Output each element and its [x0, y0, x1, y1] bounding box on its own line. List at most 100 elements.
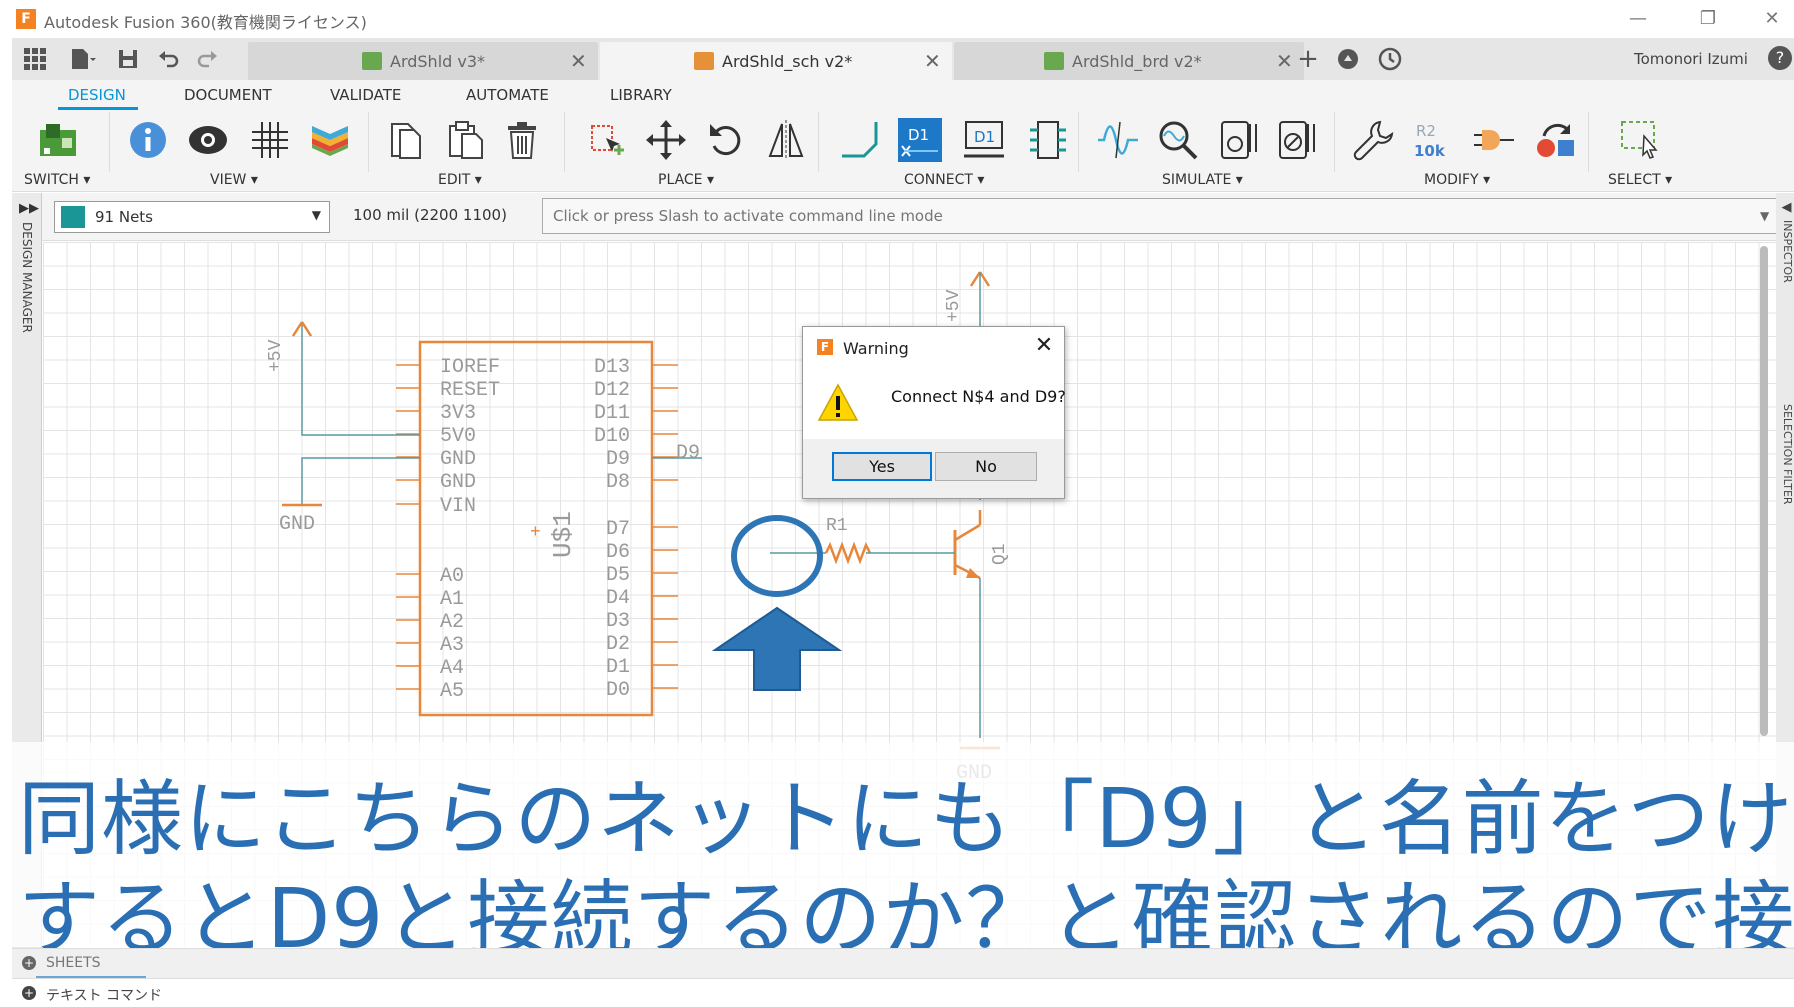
schematic-file-icon [694, 52, 714, 70]
group-label-modify[interactable]: MODIFY ▾ [1424, 172, 1490, 188]
copy-icon[interactable] [384, 118, 428, 162]
expand-panel-icon[interactable]: ▶▶ [19, 201, 39, 216]
inspector-label[interactable]: INSPECTOR [1780, 220, 1794, 283]
show-hide-icon[interactable] [186, 118, 230, 162]
dialog-message: Connect N$4 and D9? [891, 387, 1066, 406]
redo-icon[interactable] [194, 46, 222, 72]
net-color-swatch [61, 206, 85, 228]
group-label-connect[interactable]: CONNECT ▾ [904, 172, 984, 188]
app-grid-icon[interactable] [24, 48, 46, 70]
label-icon[interactable]: D1 [962, 118, 1006, 162]
bus-icon[interactable] [1026, 118, 1070, 162]
ribbon-toolbar: DESIGN DOCUMENT VALIDATE AUTOMATE LIBRAR… [12, 80, 1794, 192]
name-net-icon[interactable]: D1 [898, 118, 942, 162]
ribbon-tab-automate[interactable]: AUTOMATE [466, 86, 549, 104]
meter-icon[interactable] [1216, 118, 1260, 162]
mirror-icon[interactable] [764, 118, 808, 162]
net-icon[interactable] [838, 118, 882, 162]
paste-icon[interactable] [444, 118, 488, 162]
ribbon-tab-document[interactable]: DOCUMENT [184, 86, 272, 104]
tab-close-icon[interactable]: ✕ [1276, 49, 1293, 73]
help-icon[interactable]: ? [1768, 46, 1792, 70]
window-select-icon[interactable] [1618, 118, 1662, 162]
save-icon[interactable] [114, 46, 142, 72]
tab-label: ArdShld_brd v2* [1072, 52, 1202, 71]
net-count-label: 91 Nets [95, 208, 154, 226]
group-separator [1078, 112, 1079, 172]
group-label-view[interactable]: VIEW ▾ [210, 172, 258, 188]
minimize-button[interactable]: — [1618, 4, 1658, 34]
fusion-logo-icon: F [16, 9, 36, 29]
scope-icon[interactable] [1274, 118, 1318, 162]
text-command-label[interactable]: テキスト コマンド [46, 985, 162, 1005]
net-class-select[interactable]: 91 Nets ▼ [54, 201, 330, 233]
window-title: Autodesk Fusion 360(教育機関ライセンス) [44, 13, 367, 32]
sheets-bar[interactable]: + SHEETS [12, 948, 1794, 979]
warning-icon [817, 383, 859, 423]
vertical-scrollbar[interactable] [1760, 246, 1768, 736]
selection-filter-label[interactable]: SELECTION FILTER [1780, 404, 1794, 505]
title-bar: F Autodesk Fusion 360(教育機関ライセンス) — ❐ ✕ [0, 0, 1794, 38]
ribbon-tab-validate[interactable]: VALIDATE [330, 86, 401, 104]
dialog-title: Warning [843, 339, 909, 358]
board-file-icon [1044, 52, 1064, 70]
d1-label: D1 [908, 126, 929, 144]
move-icon[interactable] [644, 118, 688, 162]
group-label-select[interactable]: SELECT ▾ [1608, 172, 1672, 188]
tab-ardshld-sch-v2[interactable]: ArdShld_sch v2* ✕ [600, 42, 952, 80]
group-separator [1334, 112, 1335, 172]
collapse-panel-icon[interactable]: ◀ [1779, 200, 1794, 215]
group-label-edit[interactable]: EDIT ▾ [438, 172, 482, 188]
group-separator [109, 112, 110, 172]
tab-close-icon[interactable]: ✕ [924, 49, 941, 73]
r2-value-label: 10k [1414, 142, 1446, 160]
warning-dialog: F Warning ✕ Connect N$4 and D9? Yes No [802, 326, 1066, 499]
tab-ardshld-brd-v2[interactable]: ArdShld_brd v2* ✕ [954, 42, 1304, 80]
tab-close-icon[interactable]: ✕ [570, 49, 587, 73]
restore-button[interactable]: ❐ [1688, 4, 1728, 34]
active-tab-indicator [58, 107, 138, 110]
close-icon[interactable]: ✕ [1031, 333, 1057, 358]
value-icon[interactable]: R2 10k [1410, 118, 1454, 162]
file-menu-icon[interactable] [68, 46, 96, 72]
group-separator [818, 112, 819, 172]
probe-icon[interactable] [1156, 118, 1200, 162]
grid-icon[interactable] [248, 118, 292, 162]
no-button[interactable]: No [935, 452, 1037, 481]
document-tab-bar: ArdShld v3* ✕ ArdShld_sch v2* ✕ ArdShld_… [12, 38, 1794, 80]
replace-icon[interactable] [1534, 118, 1578, 162]
command-line-input[interactable] [542, 198, 1782, 234]
chevron-down-icon[interactable]: ▼ [1760, 209, 1769, 223]
wrench-icon[interactable] [1350, 118, 1394, 162]
undo-icon[interactable] [154, 46, 182, 72]
switch-to-board-icon[interactable] [36, 118, 80, 162]
ribbon-tab-design[interactable]: DESIGN [68, 86, 126, 104]
add-part-icon[interactable] [584, 118, 628, 162]
layers-icon[interactable] [308, 118, 352, 162]
group-label-simulate[interactable]: SIMULATE ▾ [1162, 172, 1243, 188]
group-label-place[interactable]: PLACE ▾ [658, 172, 714, 188]
expand-sheets-icon[interactable]: + [22, 956, 36, 970]
job-status-icon[interactable] [1376, 46, 1404, 72]
design-file-icon [362, 52, 382, 70]
ribbon-tab-library[interactable]: LIBRARY [610, 86, 672, 104]
rotate-icon[interactable] [704, 118, 748, 162]
group-separator [564, 112, 565, 172]
extensions-icon[interactable] [1334, 46, 1362, 72]
grid-coordinate-readout: 100 mil (2200 1100) [353, 206, 507, 224]
info-icon[interactable] [126, 118, 170, 162]
swap-gate-icon[interactable] [1472, 118, 1516, 162]
design-manager-label[interactable]: DESIGN MANAGER [18, 222, 34, 333]
close-window-button[interactable]: ✕ [1752, 4, 1792, 34]
expand-text-command-icon[interactable]: + [22, 986, 36, 1000]
yes-button[interactable]: Yes [832, 452, 932, 481]
d1-label: D1 [974, 128, 995, 146]
signal-icon[interactable] [1096, 118, 1140, 162]
sheets-label[interactable]: SHEETS [46, 955, 101, 971]
new-tab-button[interactable]: + [1294, 46, 1322, 72]
group-label-switch[interactable]: SWITCH ▾ [24, 172, 90, 188]
tab-ardshld-v3[interactable]: ArdShld v3* ✕ [248, 42, 598, 80]
user-name[interactable]: Tomonori Izumi [1634, 50, 1748, 68]
delete-icon[interactable] [500, 118, 544, 162]
text-command-bar[interactable]: + テキスト コマンド [12, 978, 1794, 1007]
